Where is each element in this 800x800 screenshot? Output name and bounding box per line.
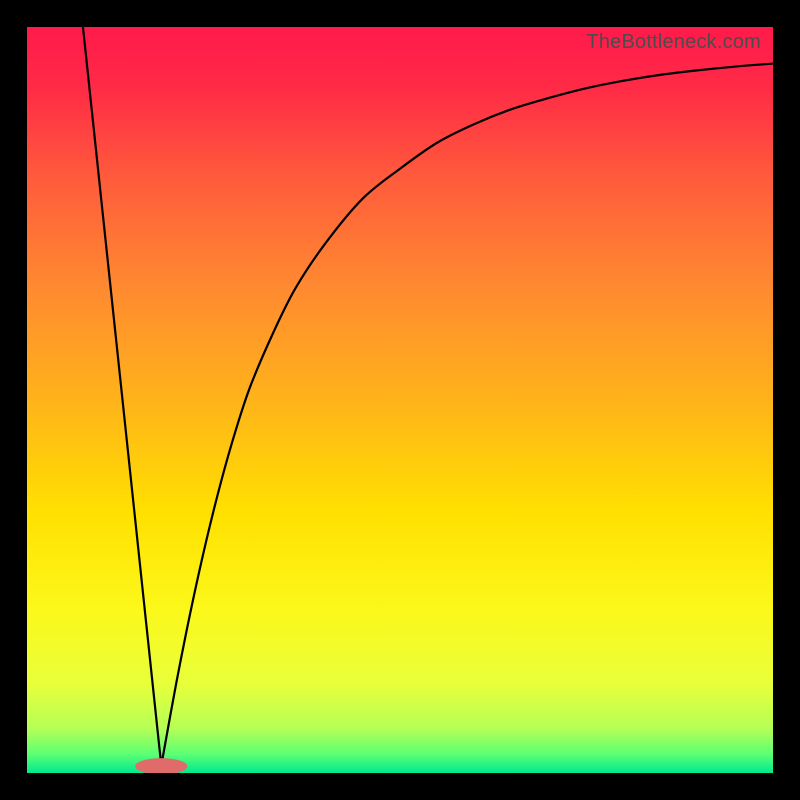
gradient-background (27, 27, 773, 773)
watermark-text: TheBottleneck.com (586, 31, 761, 54)
plot-area: TheBottleneck.com (27, 27, 773, 773)
chart-frame: TheBottleneck.com (0, 0, 800, 800)
chart-plot (27, 27, 773, 773)
